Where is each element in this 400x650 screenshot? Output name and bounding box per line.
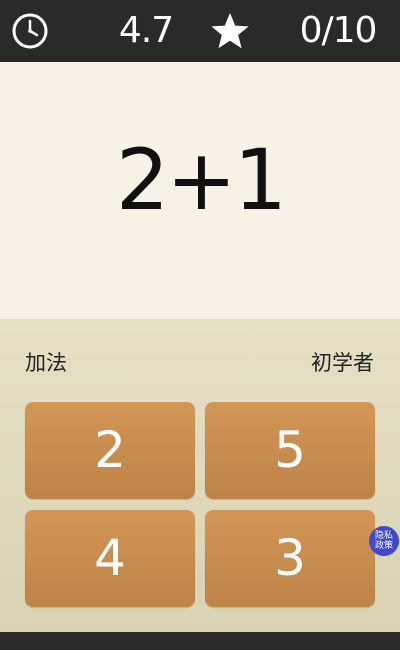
operation-mode-label: 加法 bbox=[25, 351, 67, 375]
answer-button-4[interactable]: 3 bbox=[205, 510, 375, 607]
question-expression: 2+1 bbox=[115, 131, 287, 229]
clock-icon bbox=[12, 13, 48, 49]
star-icon bbox=[211, 13, 249, 49]
answer-button-1[interactable]: 2 bbox=[25, 402, 195, 499]
bottom-bar bbox=[0, 632, 400, 650]
privacy-policy-label: 隐私政策 bbox=[374, 531, 393, 551]
difficulty-level-label: 初学者 bbox=[311, 351, 374, 375]
answer-button-2[interactable]: 5 bbox=[205, 402, 375, 499]
privacy-policy-button[interactable]: 隐私政策 bbox=[369, 526, 399, 556]
answer-area: 加法 初学者 2 5 4 3 bbox=[0, 319, 400, 632]
question-panel: 2+1 bbox=[0, 62, 400, 319]
answer-button-3[interactable]: 4 bbox=[25, 510, 195, 607]
score-counter: 0/10 bbox=[299, 10, 378, 51]
top-bar: 4.7 0/10 bbox=[0, 0, 400, 62]
timer-value: 4.7 bbox=[118, 10, 174, 51]
